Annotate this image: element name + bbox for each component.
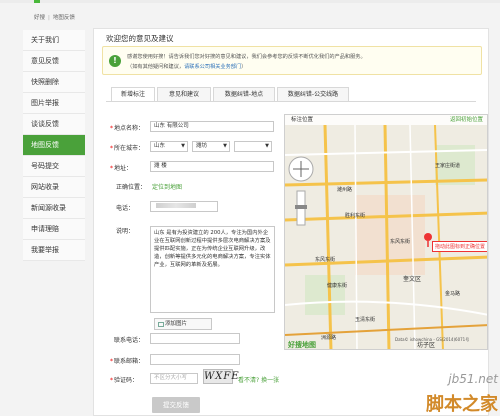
contact-phone-label: 联系电话： [114,337,145,344]
svg-text:东风东街: 东风东街 [390,238,410,245]
svg-text:胜利东街: 胜利东街 [345,212,365,219]
submit-button[interactable]: 提交反馈 [152,397,200,413]
sidebar-item-report[interactable]: 我要举报 [23,240,85,261]
location-label: 正确位置： [116,184,147,191]
chevron-down-icon: ▼ [181,143,185,149]
desc-label: 说明： [116,228,135,235]
phone-input[interactable] [150,201,218,212]
sidebar-item-news-index[interactable]: 新闻源收录 [23,198,85,219]
captcha-refresh-link[interactable]: 看不清? 换一张 [238,375,279,384]
place-name-input[interactable]: 山东 有限公司 [150,121,274,132]
breadcrumb-current: 地图反馈 [52,15,75,21]
address-input[interactable]: 潍 楼 [150,161,274,172]
map-title: 标注位置 [291,117,314,123]
contact-email-input[interactable] [150,354,240,365]
breadcrumb-separator: | [48,15,50,21]
breadcrumb: 好搜 | 地图反馈 [34,12,75,24]
notice-box: ! 感谢您使用好搜！请告诉我们您对好搜的意见和建议，我们会参考您的反馈不断优化我… [102,46,482,75]
captcha-image: WXFE [203,369,240,384]
district-select[interactable]: ▼ [234,141,272,152]
sidebar-item-image-report[interactable]: 图片举报 [23,93,85,114]
map-header: 标注位置 返回初始位置 [285,115,487,125]
map-panel[interactable]: 标注位置 返回初始位置 潍州路 王家庄街道 胜利东街 东风东街 东风东街 健康东… [284,114,488,350]
captcha-label: *验证码： [110,377,139,384]
sidebar-item-site-index[interactable]: 网站收录 [23,177,85,198]
map-canvas[interactable]: 潍州路 王家庄街道 胜利东街 东风东街 东风东街 健康东街 玉清东街 奎文区 洲… [285,125,488,350]
svg-text:坊子区: 坊子区 [417,341,435,349]
locate-on-map-link[interactable]: 定位到地图 [152,182,182,191]
province-select[interactable]: 山东 ▼ [150,141,188,152]
tab-correct-place[interactable]: 数据纠错-地点 [213,87,275,101]
notice-text: 感谢您使用好搜！请告诉我们您对好搜的意见和建议，我们会参考您的反馈不断优化我们的… [127,54,366,60]
description-textarea[interactable]: 山东 是有为投资建立的 200人，专注为国内外企业在互联网创新过程中提供多层次电… [150,226,275,313]
contact-email-label: *联系邮箱： [110,358,145,365]
top-bar [0,0,500,3]
city-label: *所在城市： [110,145,145,152]
place-name-label: *地点名称： [110,125,145,132]
sidebar-item-talk-feedback[interactable]: 谈谈反馈 [23,114,85,135]
svg-text:潍州路: 潍州路 [337,186,352,193]
breadcrumb-home[interactable]: 好搜 [34,15,45,21]
sidebar-item-claim[interactable]: 申请理赔 [23,219,85,240]
main-panel: 欢迎您的意见及建议 ! 感谢您使用好搜！请告诉我们您对好搜的意见和建议，我们会参… [93,28,489,416]
svg-text:金马路: 金马路 [445,290,460,297]
sidebar: 关于我们 意见反馈 快照删除 图片举报 谈谈反馈 地图反馈 号码提交 网站收录 … [23,30,85,261]
notice-prefix: （如有其他疑问和建议， [127,64,185,70]
contact-link[interactable]: 请联系公司相关业务部门 [184,64,241,70]
svg-text:东风东街: 东风东街 [315,256,335,263]
image-icon [158,322,164,327]
redacted-text [156,203,196,208]
city-select[interactable]: 潍坊 ▼ [192,141,230,152]
contact-phone-input[interactable] [150,333,240,344]
tab-divider [106,101,476,102]
svg-text:健康东街: 健康东街 [327,282,347,289]
add-image-button[interactable]: 添加图片 [154,318,212,330]
tab-new-mark[interactable]: 新增标注 [111,87,155,102]
sidebar-item-number-submit[interactable]: 号码提交 [23,156,85,177]
tab-suggestions[interactable]: 意见和建议 [157,87,211,101]
brand-accent [34,0,40,3]
sidebar-item-about[interactable]: 关于我们 [23,30,85,51]
notice-suffix: ） [241,64,247,70]
svg-text:王家庄街道: 王家庄街道 [435,162,460,169]
svg-text:奎文区: 奎文区 [403,275,421,283]
captcha-input[interactable]: 不区分大小写 [150,373,198,384]
svg-text:好搜地图: 好搜地图 [287,340,316,349]
map-pin-label[interactable]: 拖动此图标到正确位置 [432,241,487,252]
svg-text:洲源路: 洲源路 [321,334,336,341]
svg-text:Data© ishowchina - GS(2014)607: Data© ishowchina - GS(2014)6071号 [395,336,469,342]
watermark-name: 脚本之家 [426,394,498,415]
notice-text-2: （如有其他疑问和建议，请联系公司相关业务部门） [127,63,246,70]
sidebar-item-feedback[interactable]: 意见反馈 [23,51,85,72]
chevron-down-icon: ▼ [265,143,269,149]
map-return-link[interactable]: 返回初始位置 [450,115,483,125]
sidebar-item-snapshot-delete[interactable]: 快照删除 [23,72,85,93]
phone-label: 电话： [116,205,135,212]
svg-text:玉清东街: 玉清东街 [355,316,375,323]
address-label: *地址： [110,165,133,172]
chevron-down-icon: ▼ [223,143,227,149]
info-icon: ! [109,55,121,67]
page-title: 欢迎您的意见及建议 [106,34,174,43]
watermark-site: jb51.net [448,372,498,386]
tab-correct-bus[interactable]: 数据纠错-公交线路 [277,87,349,101]
sidebar-item-map-feedback[interactable]: 地图反馈 [23,135,85,156]
